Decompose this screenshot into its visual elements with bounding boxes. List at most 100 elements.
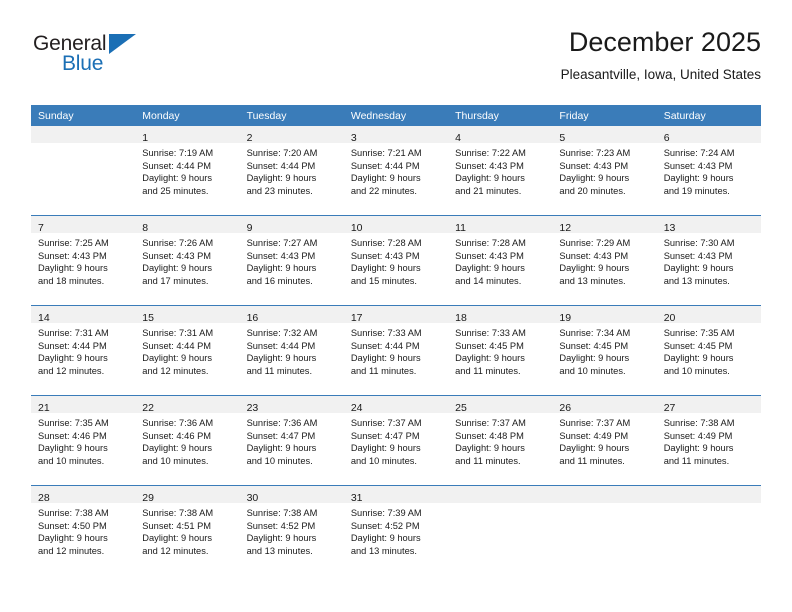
sunset-line: Sunset: 4:46 PM (38, 430, 107, 441)
daylight-line-2: and 10 minutes. (663, 365, 730, 376)
day-number-strip: 7 (31, 216, 136, 234)
sunrise-line: Sunrise: 7:37 AM (559, 418, 631, 428)
day-cell[interactable]: 27 Sunrise: 7:38 AM Sunset: 4:49 PM Dayligh… (656, 396, 761, 485)
sunrise-line: Sunrise: 7:34 AM (559, 328, 631, 338)
day-cell[interactable]: 6 Sunrise: 7:24 AM Sunset: 4:43 PM Daylight… (656, 126, 761, 215)
day-number: 29 (142, 492, 154, 504)
day-cell[interactable]: 12 Sunrise: 7:29 AM Sunset: 4:43 PM Dayligh… (552, 216, 657, 305)
sunrise-line: Sunrise: 7:26 AM (142, 238, 214, 248)
day-cell[interactable]: 13 Sunrise: 7:30 AM Sunset: 4:43 PM Dayligh… (656, 216, 761, 305)
day-number: 3 (350, 132, 357, 144)
daylight-line-2: and 12 minutes. (38, 365, 105, 376)
day-cell[interactable]: 24 Sunrise: 7:37 AM Sunset: 4:47 PM Dayligh… (343, 396, 449, 485)
sunrise-line: Sunrise: 7:39 AM (350, 508, 422, 518)
daylight-line-1: Daylight: 9 hours (455, 173, 525, 184)
day-number-strip: 1 (135, 126, 240, 144)
daylight-line-1: Daylight: 9 hours (38, 263, 108, 274)
sunrise-line: Sunrise: 7:29 AM (559, 238, 631, 248)
day-number-strip (656, 486, 761, 503)
day-details: Sunrise: 7:33 AM Sunset: 4:44 PM Daylight:… (344, 323, 448, 377)
day-cell[interactable]: 8 Sunrise: 7:26 AM Sunset: 4:43 PM Daylight… (135, 216, 240, 305)
day-number-strip: 16 (239, 306, 344, 324)
sunrise-line: Sunrise: 7:37 AM (455, 418, 526, 428)
day-cell[interactable]: 5 Sunrise: 7:23 AM Sunset: 4:43 PM Daylight… (552, 126, 657, 215)
day-number-strip: 25 (448, 396, 553, 414)
week-row: 1 Sunrise: 7:19 AM Sunset: 4:44 PM Daylight… (31, 126, 761, 216)
daylight-line-1: Daylight: 9 hours (559, 263, 630, 274)
day-cell[interactable]: 10 Sunrise: 7:28 AM Sunset: 4:43 PM Dayligh… (343, 216, 449, 305)
sunrise-line: Sunrise: 7:37 AM (350, 418, 422, 428)
page-title: December 2025 (568, 27, 761, 57)
day-cell[interactable]: 15 Sunrise: 7:31 AM Sunset: 4:44 PM Dayligh… (135, 306, 240, 395)
day-number-strip: 10 (343, 216, 449, 234)
daylight-line-2: and 14 minutes. (455, 275, 522, 286)
day-cell[interactable]: 3 Sunrise: 7:21 AM Sunset: 4:44 PM Daylight… (343, 126, 449, 215)
weekday-header-row: Sunday Monday Tuesday Wednesday Thursday Frid… (31, 105, 761, 126)
day-cell[interactable]: 7 Sunrise: 7:25 AM Sunset: 4:43 PM Daylight… (31, 216, 136, 305)
day-number-strip: 18 (448, 306, 553, 324)
daylight-line-2: and 21 minutes. (455, 185, 522, 196)
daylight-line-2: and 22 minutes. (350, 185, 417, 196)
day-cell[interactable]: 19 Sunrise: 7:34 AM Sunset: 4:45 PM Dayligh… (552, 306, 657, 395)
daylight-line-2: and 12 minutes. (142, 365, 209, 376)
sunrise-line: Sunrise: 7:30 AM (663, 238, 735, 248)
day-details: Sunrise: 7:39 AM Sunset: 4:52 PM Daylight:… (344, 503, 448, 557)
day-details: Sunrise: 7:37 AM Sunset: 4:48 PM Daylight:… (448, 413, 552, 467)
sunset-line: Sunset: 4:49 PM (663, 430, 733, 441)
daylight-line-2: and 13 minutes. (559, 275, 626, 286)
sunrise-line: Sunrise: 7:36 AM (246, 418, 318, 428)
day-number: 13 (663, 222, 676, 234)
day-number-strip (31, 126, 136, 143)
day-number: 30 (246, 492, 259, 504)
day-cell[interactable]: 11 Sunrise: 7:28 AM Sunset: 4:43 PM Dayligh… (448, 216, 553, 305)
day-cell[interactable]: 2 Sunrise: 7:20 AM Sunset: 4:44 PM Daylight… (239, 126, 344, 215)
daylight-line-1: Daylight: 9 hours (142, 173, 213, 184)
daylight-line-1: Daylight: 9 hours (142, 443, 213, 454)
weekday-header-friday: Friday (552, 105, 657, 126)
sunrise-line: Sunrise: 7:28 AM (455, 238, 526, 248)
daylight-line-2: and 12 minutes. (38, 545, 105, 556)
sunset-line: Sunset: 4:45 PM (455, 340, 524, 351)
day-number: 6 (663, 132, 670, 144)
day-cell[interactable]: 31 Sunrise: 7:39 AM Sunset: 4:52 PM Dayligh… (343, 486, 449, 575)
sunrise-line: Sunrise: 7:31 AM (142, 328, 214, 338)
day-number-strip: 12 (552, 216, 657, 234)
day-details: Sunrise: 7:28 AM Sunset: 4:43 PM Daylight:… (448, 233, 552, 287)
day-number-strip: 6 (656, 126, 761, 144)
week-row: 21 Sunrise: 7:35 AM Sunset: 4:46 PM Dayligh… (31, 395, 761, 486)
day-details: Sunrise: 7:33 AM Sunset: 4:45 PM Daylight:… (448, 323, 552, 377)
sunrise-line: Sunrise: 7:36 AM (142, 418, 214, 428)
day-cell[interactable]: 18 Sunrise: 7:33 AM Sunset: 4:45 PM Dayligh… (448, 306, 553, 395)
daylight-line-2: and 12 minutes. (142, 545, 209, 556)
day-cell[interactable]: 25 Sunrise: 7:37 AM Sunset: 4:48 PM Dayligh… (448, 396, 553, 485)
week-row: 28 Sunrise: 7:38 AM Sunset: 4:50 PM Dayligh… (31, 485, 761, 575)
day-details: Sunrise: 7:23 AM Sunset: 4:43 PM Daylight:… (552, 143, 656, 197)
sunrise-line: Sunrise: 7:24 AM (663, 148, 735, 158)
sunset-line: Sunset: 4:44 PM (142, 340, 212, 351)
day-number: 15 (142, 312, 154, 324)
daylight-line-1: Daylight: 9 hours (455, 263, 525, 274)
day-cell[interactable]: 4 Sunrise: 7:22 AM Sunset: 4:43 PM Daylight… (448, 126, 553, 215)
day-cell[interactable]: 29 Sunrise: 7:38 AM Sunset: 4:51 PM Dayligh… (135, 486, 240, 575)
day-cell[interactable]: 26 Sunrise: 7:37 AM Sunset: 4:49 PM Dayligh… (552, 396, 657, 485)
sunset-line: Sunset: 4:45 PM (663, 340, 733, 351)
day-cell[interactable]: 23 Sunrise: 7:36 AM Sunset: 4:47 PM Dayligh… (239, 396, 344, 485)
daylight-line-1: Daylight: 9 hours (559, 173, 630, 184)
daylight-line-2: and 19 minutes. (663, 185, 730, 196)
day-cell[interactable]: 1 Sunrise: 7:19 AM Sunset: 4:44 PM Daylight… (135, 126, 240, 215)
day-number: 12 (559, 222, 572, 234)
day-cell[interactable]: 17 Sunrise: 7:33 AM Sunset: 4:44 PM Dayligh… (343, 306, 449, 395)
day-cell[interactable]: 20 Sunrise: 7:35 AM Sunset: 4:45 PM Dayligh… (656, 306, 761, 395)
calendar-body: 1 Sunrise: 7:19 AM Sunset: 4:44 PM Daylight… (31, 126, 761, 575)
day-cell[interactable]: 21 Sunrise: 7:35 AM Sunset: 4:46 PM Dayligh… (31, 396, 136, 485)
day-cell[interactable]: 9 Sunrise: 7:27 AM Sunset: 4:43 PM Daylight… (239, 216, 344, 305)
day-cell[interactable]: 30 Sunrise: 7:38 AM Sunset: 4:52 PM Dayligh… (239, 486, 344, 575)
day-cell[interactable]: 16 Sunrise: 7:32 AM Sunset: 4:44 PM Dayligh… (239, 306, 344, 395)
daylight-line-2: and 13 minutes. (663, 275, 730, 286)
day-cell[interactable]: 22 Sunrise: 7:36 AM Sunset: 4:46 PM Dayligh… (135, 396, 240, 485)
day-details: Sunrise: 7:19 AM Sunset: 4:44 PM Daylight:… (135, 143, 239, 197)
day-cell[interactable]: 28 Sunrise: 7:38 AM Sunset: 4:50 PM Dayligh… (31, 486, 136, 575)
logo-text-blue: Blue (62, 52, 104, 75)
daylight-line-1: Daylight: 9 hours (350, 443, 421, 454)
day-cell[interactable]: 14 Sunrise: 7:31 AM Sunset: 4:44 PM Dayligh… (31, 306, 136, 395)
